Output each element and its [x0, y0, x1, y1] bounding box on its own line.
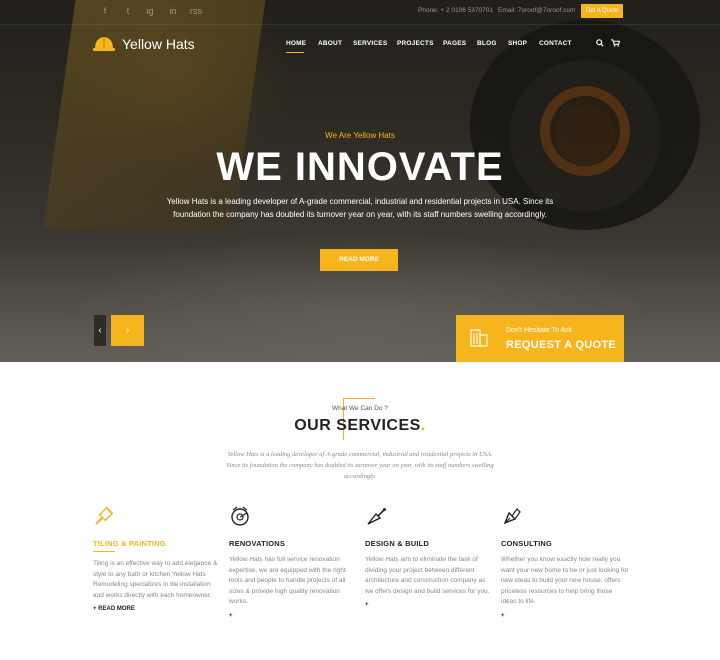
nav-blog[interactable]: BLOG	[477, 40, 497, 47]
building-icon	[470, 329, 488, 347]
hero-eyebrow: We Are Yellow Hats	[325, 131, 395, 140]
phone-info: Phone: + 2 0106 5370701	[418, 7, 494, 14]
service-title[interactable]: TILING & PAINTING	[93, 539, 221, 548]
service-read-more[interactable]: +	[365, 602, 493, 608]
trowel-icon	[367, 508, 386, 525]
nav-contact[interactable]: CONTACT	[539, 40, 572, 47]
service-read-more[interactable]: + READ MORE	[93, 606, 221, 612]
email-info[interactable]: Email: 7oroof@7oroof.com	[498, 7, 575, 14]
rss-icon[interactable]: rss	[189, 6, 203, 16]
cart-icon[interactable]	[611, 39, 620, 47]
nav-pages[interactable]: PAGES	[443, 40, 466, 47]
request-quote-title: REQUEST A QUOTE	[506, 339, 617, 351]
hero-headline: WE INNOVATE	[216, 145, 504, 189]
services-eyebrow: What We Can Do ?	[332, 405, 388, 412]
service-title[interactable]: CONSULTING	[501, 539, 629, 548]
nav-active-indicator	[286, 52, 304, 53]
service-text: Whether you know exactly how really you …	[501, 556, 629, 605]
service-card-consulting: CONSULTING Whether you know exactly how …	[501, 505, 629, 619]
request-quote-subtitle: Don't Hesitate To Ask	[506, 327, 573, 334]
logo[interactable]: Yellow Hats	[92, 32, 195, 56]
service-title[interactable]: RENOVATIONS	[229, 539, 357, 548]
service-read-more[interactable]: +	[501, 613, 629, 619]
request-quote-box[interactable]: Don't Hesitate To Ask REQUEST A QUOTE	[456, 315, 624, 362]
hero-lead: Yellow Hats is a leading developer of A-…	[166, 197, 554, 219]
service-card-tiling: TILING & PAINTING Tiling is an effective…	[93, 505, 221, 612]
pen-nib-icon	[503, 508, 521, 525]
get-a-quote-button[interactable]: Get A Quote	[581, 4, 623, 18]
linkedin-icon[interactable]: in	[166, 6, 180, 16]
search-icon[interactable]	[596, 39, 604, 47]
service-card-design-build: DESIGN & BUILD Yellow Hats aim to elimin…	[365, 505, 493, 608]
service-text: Yellow Hats aim to eliminate the task of…	[365, 556, 490, 595]
top-bar: f t ig in rss Phone: + 2 0106 5370701 Em…	[0, 0, 720, 24]
slider-prev-button[interactable]: ‹	[94, 315, 106, 346]
instagram-icon[interactable]: ig	[143, 6, 157, 16]
facebook-icon[interactable]: f	[98, 6, 112, 16]
services-title: OUR SERVICES.	[294, 417, 426, 434]
paint-brush-icon	[95, 506, 114, 525]
brand-name: Yellow Hats	[122, 36, 195, 52]
service-card-renovations: RENOVATIONS Yellow Hats has full service…	[229, 505, 357, 619]
service-text: Tiling is an effective way to add elegan…	[93, 560, 218, 599]
twitter-icon[interactable]: t	[121, 6, 135, 16]
service-text: Yellow Hats has full service renovation …	[229, 556, 346, 605]
saw-blade-icon	[231, 506, 249, 526]
slider-next-button[interactable]: ›	[111, 315, 144, 346]
service-read-more[interactable]: +	[229, 613, 357, 619]
service-title[interactable]: DESIGN & BUILD	[365, 539, 493, 548]
read-more-button[interactable]: READ MORE	[320, 249, 398, 271]
nav-projects[interactable]: PROJECTS	[397, 40, 434, 47]
nav-shop[interactable]: SHOP	[508, 40, 527, 47]
nav-services[interactable]: SERVICES	[353, 40, 387, 47]
nav-home[interactable]: HOME	[286, 40, 306, 47]
hero-slider: f t ig in rss Phone: + 2 0106 5370701 Em…	[0, 0, 720, 362]
hard-hat-icon	[93, 37, 115, 51]
nav-about[interactable]: ABOUT	[318, 40, 342, 47]
services-description: Yellow Hats is a leading developer of A-…	[226, 451, 494, 480]
